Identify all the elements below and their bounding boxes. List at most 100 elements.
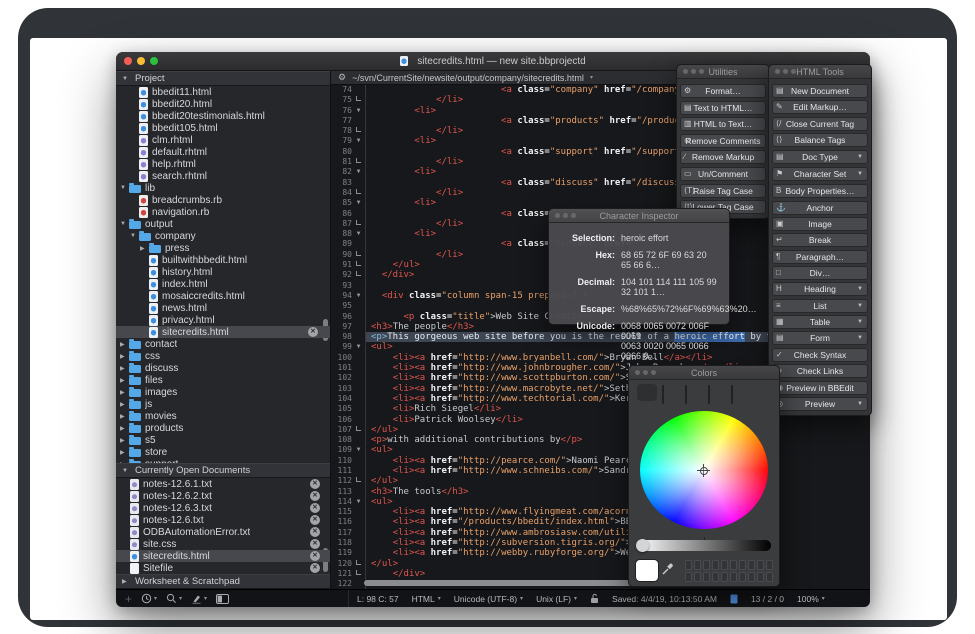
tree-item[interactable]: ▶movies: [116, 410, 330, 422]
tree-item[interactable]: ▶products: [116, 422, 330, 434]
clock-icon[interactable]: ▾: [141, 593, 157, 604]
disclosure-open-icon[interactable]: ▼: [130, 233, 139, 239]
tree-item[interactable]: bbedit11.html: [116, 86, 330, 98]
palette-button[interactable]: ≡List▼: [772, 299, 868, 313]
tree-item[interactable]: default.rhtml: [116, 146, 330, 158]
tree-item[interactable]: ▶js: [116, 398, 330, 410]
open-document-item[interactable]: notes-12.6.3.txt✕: [116, 502, 330, 514]
swatch-cell[interactable]: [739, 572, 746, 582]
source-text[interactable]: </ul>: [365, 476, 870, 486]
palette-button[interactable]: □Div…: [772, 266, 868, 280]
status-item[interactable]: 100%▾: [797, 594, 825, 604]
palette-button[interactable]: ▤Doc Type▼: [772, 150, 868, 164]
swatch-cell[interactable]: [703, 560, 710, 570]
palette-button[interactable]: HHeading▼: [772, 282, 868, 296]
fold-open-icon[interactable]: ▼: [352, 167, 365, 177]
tree-item[interactable]: ▶files: [116, 374, 330, 386]
source-text[interactable]: </div>: [365, 569, 870, 579]
close-icon[interactable]: ✕: [310, 491, 320, 501]
open-document-item[interactable]: notes-12.6.1.txt✕: [116, 478, 330, 490]
source-text[interactable]: <li><a href="http://www.ambrosiasw.com/u…: [365, 528, 870, 538]
colors-mode-profile-icon[interactable]: [754, 386, 770, 399]
tree-item[interactable]: help.rhtml: [116, 158, 330, 170]
swatch-cell[interactable]: [766, 572, 773, 582]
tree-item[interactable]: navigation.rb: [116, 206, 330, 218]
fold-open-icon[interactable]: ▼: [352, 136, 365, 146]
tree-item[interactable]: sitecredits.html✕: [116, 326, 330, 338]
tree-item[interactable]: ▶s5: [116, 434, 330, 446]
palette-button[interactable]: ⚓Anchor: [772, 201, 868, 215]
palette-button[interactable]: ⟨T⟩Raise Tag Case: [680, 184, 766, 198]
palette-button[interactable]: ∕Remove Markup: [680, 150, 766, 164]
colors-titlebar[interactable]: Colors: [629, 366, 779, 380]
swatch-cell[interactable]: [685, 560, 692, 570]
palette-button[interactable]: ◎Preview▼: [772, 397, 868, 411]
utilities-titlebar[interactable]: Utilities: [677, 65, 769, 79]
swatch-cell[interactable]: [703, 572, 710, 582]
tree-item[interactable]: ▶press: [116, 242, 330, 254]
fold-open-icon[interactable]: ▼: [352, 229, 365, 239]
swatch-cell[interactable]: [748, 560, 755, 570]
swatch-grid[interactable]: [685, 560, 773, 582]
tree-item[interactable]: index.html: [116, 278, 330, 290]
swatch-cell[interactable]: [712, 572, 719, 582]
source-text[interactable]: <ul>: [365, 497, 870, 507]
palette-button[interactable]: ▤Form▼: [772, 331, 868, 345]
tree-item[interactable]: ▶store: [116, 446, 330, 458]
chevron-down-icon[interactable]: ▾: [590, 74, 593, 81]
character-inspector-titlebar[interactable]: Character Inspector: [549, 209, 729, 223]
palette-button[interactable]: ⚑Character Set▼: [772, 167, 868, 181]
close-icon[interactable]: ✕: [310, 539, 320, 549]
swatch-cell[interactable]: [748, 572, 755, 582]
colors-mode-wheel-icon[interactable]: [639, 386, 655, 399]
disclosure-closed-icon[interactable]: ▶: [120, 353, 129, 360]
status-item[interactable]: HTML▾: [412, 594, 441, 604]
swatch-cell[interactable]: [757, 560, 764, 570]
close-icon[interactable]: ✕: [310, 503, 320, 513]
colors-mode-sliders-icon[interactable]: [662, 386, 678, 399]
tree-item[interactable]: ▼lib: [116, 182, 330, 194]
status-item[interactable]: Unix (LF)▾: [536, 594, 577, 604]
colors-mode-grid-icon[interactable]: [685, 386, 701, 399]
palette-button[interactable]: BBody Properties…: [772, 184, 868, 198]
disclosure-closed-icon[interactable]: ▶: [120, 449, 129, 456]
source-text[interactable]: <li><a href="http://webby.rubyforge.org/…: [365, 548, 870, 558]
swatch-cell[interactable]: [766, 560, 773, 570]
eyedropper-icon[interactable]: [661, 562, 675, 581]
disclosure-open-icon[interactable]: ▼: [120, 185, 129, 191]
disclosure-open-icon[interactable]: ▼: [120, 221, 129, 227]
tree-item[interactable]: ▶support: [116, 458, 330, 463]
tree-item[interactable]: builtwithbbedit.html: [116, 254, 330, 266]
panel-icon[interactable]: [216, 594, 229, 604]
bluedoc-icon[interactable]: [730, 594, 738, 604]
palette-button[interactable]: ⟨/Close Current Tag: [772, 117, 868, 131]
swatch-cell[interactable]: [739, 560, 746, 570]
fold-open-icon[interactable]: ▼: [352, 445, 365, 455]
source-text[interactable]: <li><a href="http://www.flyingmeat.com/a…: [365, 507, 870, 517]
disclosure-closed-icon[interactable]: ▶: [120, 413, 129, 420]
palette-button[interactable]: ✎Edit Markup…: [772, 100, 868, 114]
disclosure-closed-icon[interactable]: ▶: [120, 461, 129, 464]
palette-button[interactable]: ▤New Document: [772, 84, 868, 98]
source-text[interactable]: <li><a href="http://pearce.com/">Naomi P…: [365, 456, 870, 466]
close-icon[interactable]: ✕: [310, 527, 320, 537]
tree-item[interactable]: bbedit20.html: [116, 98, 330, 110]
close-icon[interactable]: ✕: [310, 515, 320, 525]
project-header[interactable]: ▼ Project: [116, 71, 330, 86]
palette-button[interactable]: ⊘Remove Comments: [680, 134, 766, 148]
slider-knob[interactable]: [636, 539, 649, 552]
open-document-item[interactable]: notes-12.6.2.txt✕: [116, 490, 330, 502]
worksheet-header[interactable]: ▶ Worksheet & Scratchpad: [116, 574, 330, 589]
open-documents-list[interactable]: notes-12.6.1.txt✕notes-12.6.2.txt✕notes-…: [116, 478, 330, 574]
disclosure-closed-icon[interactable]: ▶: [120, 425, 129, 432]
tree-item[interactable]: ▶discuss: [116, 362, 330, 374]
swatch-cell[interactable]: [730, 572, 737, 582]
open-document-item[interactable]: Sitefile✕: [116, 562, 330, 574]
disclosure-closed-icon[interactable]: ▶: [120, 389, 129, 396]
fold-open-icon[interactable]: ▼: [352, 198, 365, 208]
palette-button[interactable]: ▭Un/Comment: [680, 167, 766, 181]
source-text[interactable]: </ul>: [365, 559, 870, 569]
tree-item[interactable]: mosaiccredits.html: [116, 290, 330, 302]
disclosure-closed-icon[interactable]: ▶: [120, 437, 129, 444]
marker-icon[interactable]: ▾: [191, 593, 207, 604]
